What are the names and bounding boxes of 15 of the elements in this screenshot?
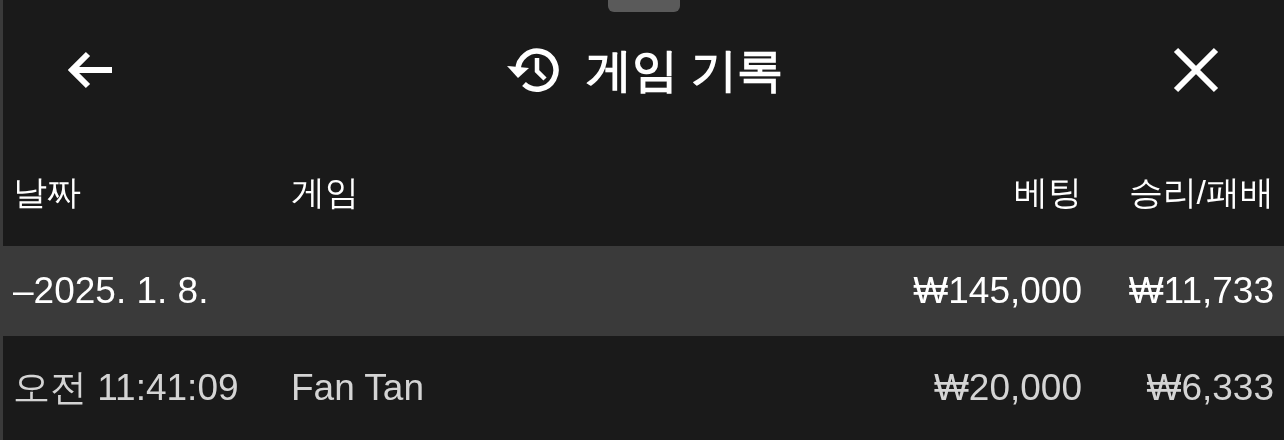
window-title: 게임 기록 [586,42,783,98]
table-cell-text: –2025. 1. 8. [13,269,210,314]
table-cell-text: ₩145,000 [912,269,1082,314]
table-cell-text: 오전 11:41:09 [13,366,240,411]
column-header: 게임 [291,171,360,213]
column-header: 승리/패배 [1127,171,1274,213]
date-group-row[interactable]: –2025. 1. 8. ₩145,000 ₩11,733 [3,246,1284,336]
table-cell-text: ₩20,000 [932,366,1082,411]
close-icon [1172,46,1220,94]
table-cell-text: ₩6,333 [1145,366,1274,411]
column-header: 베팅 [1013,171,1082,213]
table-cell-text: ₩11,733 [1127,269,1274,314]
drag-handle[interactable] [607,0,680,12]
column-header: 날짜 [13,171,82,213]
table-cell-text: Fan Tan [291,366,426,411]
